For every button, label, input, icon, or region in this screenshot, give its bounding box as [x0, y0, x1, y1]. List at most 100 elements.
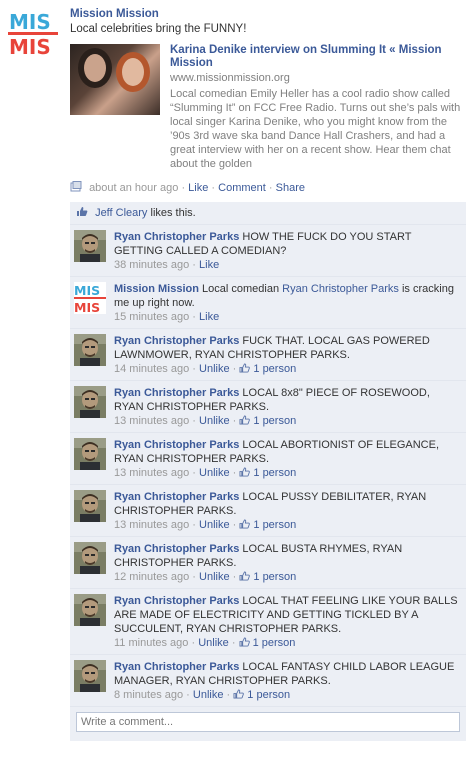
thumbs-up-icon [239, 415, 251, 426]
comment-row: Ryan Christopher Parks LOCAL PUSSY DEBIL… [70, 485, 466, 537]
separator: · [192, 571, 196, 583]
comment-author[interactable]: Ryan Christopher Parks [114, 491, 239, 503]
post-author-name[interactable]: Mission Mission [70, 8, 466, 20]
separator: · [231, 637, 236, 649]
commenter-avatar[interactable] [74, 230, 106, 262]
post: Mission Mission Local celebrities bring … [70, 8, 466, 170]
separator: · [192, 363, 196, 375]
thumbs-up-icon [239, 637, 251, 648]
write-comment-input[interactable]: Write a comment... [76, 712, 460, 732]
unlike-comment-link[interactable]: Unlike [199, 415, 230, 427]
comment-row: Ryan Christopher Parks HOW THE FUCK DO Y… [70, 225, 466, 277]
separator: · [232, 519, 237, 531]
unlike-comment-link[interactable]: Unlike [198, 637, 229, 649]
unlike-comment-link[interactable]: Unlike [199, 519, 230, 531]
comment-author[interactable]: Ryan Christopher Parks [114, 661, 239, 673]
mission-mission-avatar[interactable]: MIS MIS [74, 282, 106, 315]
separator: · [232, 467, 237, 479]
link-attachment: Karina Denike interview on Slumming It «… [70, 44, 466, 170]
attachment-url[interactable]: www.missionmission.org [170, 72, 462, 84]
comment-meta: 13 minutes ago · Unlike · 1 person [114, 519, 460, 531]
svg-text:MIS: MIS [9, 10, 51, 34]
svg-text:MIS: MIS [9, 35, 51, 58]
comment-row: Ryan Christopher Parks LOCAL 8x8" PIECE … [70, 381, 466, 433]
comment-like-count[interactable]: 1 person [253, 363, 296, 375]
comment-like-count[interactable]: 1 person [253, 467, 296, 479]
commenter-avatar[interactable] [74, 438, 106, 470]
separator: · [186, 689, 190, 701]
separator: · [192, 467, 196, 479]
like-comment-link[interactable]: Like [199, 259, 219, 271]
comment-timestamp[interactable]: 11 minutes ago [114, 637, 188, 649]
commenter-avatar[interactable] [74, 542, 106, 574]
comment-text: Ryan Christopher Parks HOW THE FUCK DO Y… [114, 230, 460, 258]
comment-timestamp[interactable]: 13 minutes ago [114, 415, 189, 427]
unlike-comment-link[interactable]: Unlike [199, 571, 230, 583]
comment-row: Ryan Christopher Parks FUCK THAT. LOCAL … [70, 329, 466, 381]
separator: · [181, 182, 186, 194]
separator: · [232, 571, 237, 583]
attachment-title[interactable]: Karina Denike interview on Slumming It «… [170, 44, 462, 70]
unlike-comment-link[interactable]: Unlike [199, 363, 230, 375]
separator: · [226, 689, 231, 701]
like-comment-link[interactable]: Like [199, 311, 219, 323]
comment-meta: 13 minutes ago · Unlike · 1 person [114, 415, 460, 427]
comment-link[interactable]: Comment [218, 182, 266, 194]
liker-name[interactable]: Jeff Cleary [95, 207, 147, 219]
svg-text:MIS: MIS [74, 283, 100, 298]
comment-timestamp[interactable]: 13 minutes ago [114, 519, 189, 531]
comment-meta: 14 minutes ago · Unlike · 1 person [114, 363, 460, 375]
write-comment-row: Write a comment... [70, 707, 466, 741]
mission-mission-logo[interactable]: MIS MIS [8, 8, 58, 59]
comment-author[interactable]: Mission Mission [114, 283, 199, 295]
unlike-comment-link[interactable]: Unlike [199, 467, 230, 479]
posted-link-icon [70, 181, 82, 193]
comment-meta: 11 minutes ago · Unlike · 1 person [114, 637, 460, 649]
commenter-avatar[interactable] [74, 386, 106, 418]
commenter-avatar[interactable] [74, 594, 106, 626]
comment-author[interactable]: Ryan Christopher Parks [114, 335, 239, 347]
like-link[interactable]: Like [188, 182, 208, 194]
share-link[interactable]: Share [276, 182, 305, 194]
comment-author[interactable]: Ryan Christopher Parks [114, 543, 239, 555]
comment-author[interactable]: Ryan Christopher Parks [114, 439, 239, 451]
separator: · [232, 415, 237, 427]
comment-timestamp[interactable]: 14 minutes ago [114, 363, 189, 375]
separator: · [191, 637, 196, 649]
comment-text: Ryan Christopher Parks LOCAL 8x8" PIECE … [114, 386, 460, 414]
thumbs-up-icon [233, 689, 245, 700]
comment-author[interactable]: Ryan Christopher Parks [114, 231, 239, 243]
post-timestamp[interactable]: about an hour ago [89, 182, 178, 194]
comment-body: Local comedian [202, 283, 283, 295]
comment-meta: 12 minutes ago · Unlike · 1 person [114, 571, 460, 583]
likes-suffix: likes this. [150, 207, 196, 219]
comment-like-count[interactable]: 1 person [253, 415, 296, 427]
commenter-avatar[interactable] [74, 334, 106, 366]
mention-link[interactable]: Ryan Christopher Parks [282, 283, 399, 295]
attachment-description: Local comedian Emily Heller has a cool r… [170, 88, 461, 170]
likes-summary: Jeff Cleary likes this. [70, 202, 466, 225]
comment-timestamp[interactable]: 38 minutes ago [114, 259, 189, 271]
thumbs-up-icon [239, 571, 251, 582]
comment-like-count[interactable]: 1 person [253, 637, 296, 649]
comment-row: Ryan Christopher Parks LOCAL FANTASY CHI… [70, 655, 466, 707]
comment-timestamp[interactable]: 12 minutes ago [114, 571, 189, 583]
unlike-comment-link[interactable]: Unlike [193, 689, 224, 701]
comment-text: Ryan Christopher Parks LOCAL PUSSY DEBIL… [114, 490, 460, 518]
comment-like-count[interactable]: 1 person [253, 519, 296, 531]
commenter-avatar[interactable] [74, 490, 106, 522]
comment-timestamp[interactable]: 13 minutes ago [114, 467, 189, 479]
comment-like-count[interactable]: 1 person [247, 689, 290, 701]
comment-author[interactable]: Ryan Christopher Parks [114, 387, 239, 399]
comment-text: Ryan Christopher Parks LOCAL BUSTA RHYME… [114, 542, 460, 570]
svg-text:MIS: MIS [74, 300, 100, 314]
comment-text: Ryan Christopher Parks LOCAL FANTASY CHI… [114, 660, 460, 688]
comment-like-count[interactable]: 1 person [253, 571, 296, 583]
comment-author[interactable]: Ryan Christopher Parks [114, 595, 239, 607]
comment-timestamp[interactable]: 8 minutes ago [114, 689, 183, 701]
thumbs-up-icon [239, 519, 251, 530]
commenter-avatar[interactable] [74, 660, 106, 692]
comment-timestamp[interactable]: 15 minutes ago [114, 311, 189, 323]
attachment-thumbnail[interactable] [70, 44, 160, 115]
separator: · [192, 415, 196, 427]
